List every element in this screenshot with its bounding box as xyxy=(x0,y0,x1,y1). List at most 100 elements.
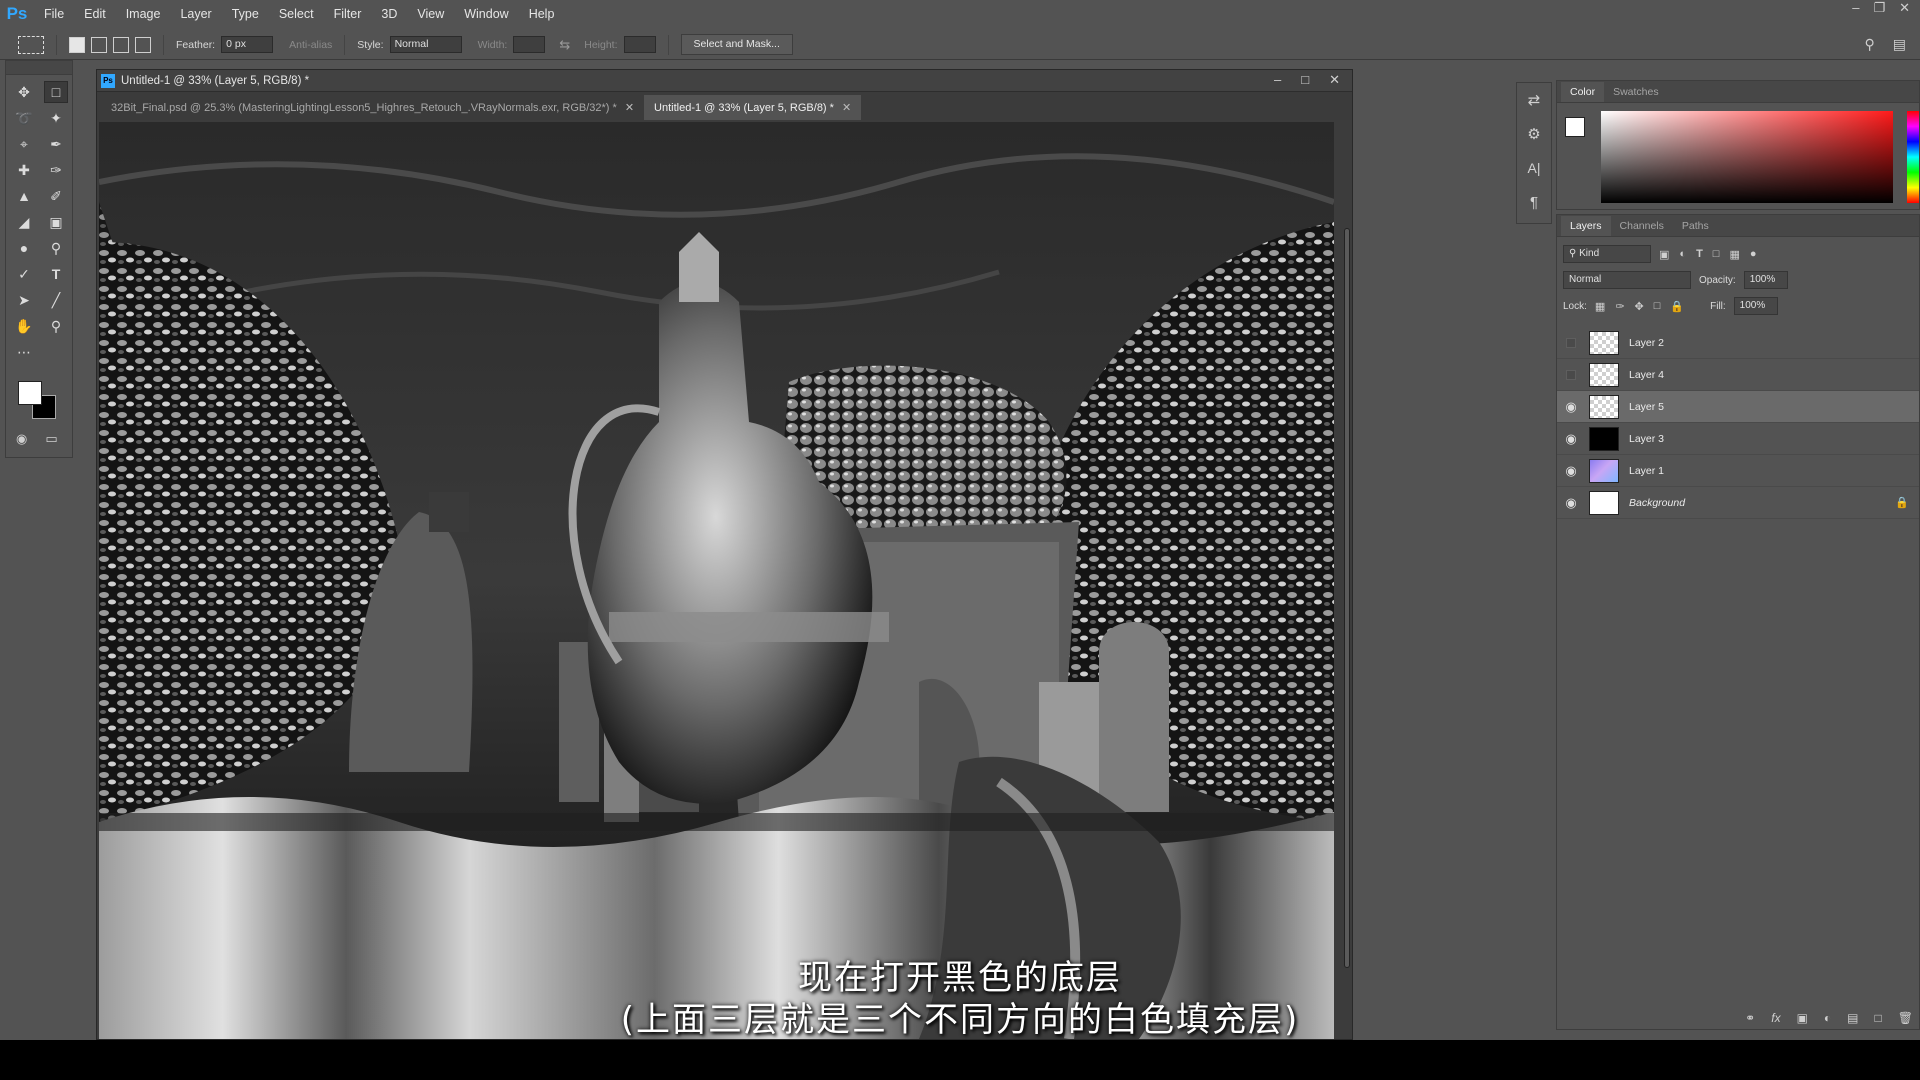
layer-row[interactable]: ◉ Layer 3 xyxy=(1557,423,1919,455)
doc-maximize-icon[interactable]: □ xyxy=(1301,72,1309,88)
character-panel-icon[interactable]: A| xyxy=(1517,151,1551,185)
menu-type[interactable]: Type xyxy=(222,0,269,28)
eraser-icon[interactable]: ◢ xyxy=(12,211,36,233)
image-canvas[interactable] xyxy=(99,122,1334,1039)
zoom-tool-icon[interactable]: ⚲ xyxy=(44,315,68,337)
screen-mode-icon[interactable]: ▭ xyxy=(45,431,57,447)
tab-channels[interactable]: Channels xyxy=(1611,216,1673,236)
canvas-vertical-scrollbar[interactable] xyxy=(1338,128,1350,1038)
antialias-checkbox[interactable]: Anti-alias xyxy=(289,39,332,51)
filter-smart-object-icon[interactable]: ▦ xyxy=(1729,248,1739,261)
menu-window[interactable]: Window xyxy=(454,0,518,28)
eyedropper-icon[interactable]: ✒ xyxy=(44,133,68,155)
document-titlebar[interactable]: Ps Untitled-1 @ 33% (Layer 5, RGB/8) * –… xyxy=(97,70,1352,92)
layer-row-selected[interactable]: ◉ Layer 5 xyxy=(1557,391,1919,423)
lock-all-icon[interactable]: 🔒 xyxy=(1670,300,1684,313)
filter-type-icon[interactable]: T xyxy=(1696,248,1703,261)
new-selection-icon[interactable] xyxy=(69,36,85,53)
blend-mode-select[interactable]: Normal xyxy=(1563,271,1691,289)
tab-paths[interactable]: Paths xyxy=(1673,216,1718,236)
eye-icon[interactable]: ◉ xyxy=(1557,463,1585,479)
layer-row[interactable]: ◉ Background 🔒 xyxy=(1557,487,1919,519)
menu-layer[interactable]: Layer xyxy=(170,0,221,28)
tab-swatches[interactable]: Swatches xyxy=(1604,82,1668,102)
workspace-icon[interactable]: ▤ xyxy=(1893,36,1906,53)
layer-filter-select[interactable]: ⚲ Kind xyxy=(1563,245,1651,263)
menu-edit[interactable]: Edit xyxy=(74,0,116,28)
tab-32bit-final[interactable]: 32Bit_Final.psd @ 25.3% (MasteringLighti… xyxy=(101,95,644,120)
opacity-input[interactable]: 100% xyxy=(1743,271,1788,289)
menu-file[interactable]: File xyxy=(34,0,74,28)
tab-close-icon[interactable]: ✕ xyxy=(842,101,851,114)
tab-layers[interactable]: Layers xyxy=(1561,216,1611,236)
filter-adjustment-icon[interactable]: ◐ xyxy=(1679,248,1686,261)
type-tool-icon[interactable]: T xyxy=(44,263,68,285)
layer-row[interactable]: Layer 4 xyxy=(1557,359,1919,391)
eye-icon[interactable]: ◉ xyxy=(1557,495,1585,511)
blur-tool-icon[interactable]: ● xyxy=(12,237,36,259)
add-selection-icon[interactable] xyxy=(91,36,107,53)
visibility-toggle[interactable] xyxy=(1557,369,1585,380)
lock-position-icon[interactable]: ✥ xyxy=(1635,300,1644,313)
healing-brush-icon[interactable]: ✚ xyxy=(12,159,36,181)
quick-mask-icon[interactable]: ◉ xyxy=(16,431,27,447)
paragraph-panel-icon[interactable]: ¶ xyxy=(1517,185,1551,219)
intersect-selection-icon[interactable] xyxy=(135,36,151,53)
filter-shape-icon[interactable]: □ xyxy=(1713,248,1720,261)
tab-close-icon[interactable]: ✕ xyxy=(625,101,634,114)
clone-stamp-icon[interactable]: ▲ xyxy=(12,185,36,207)
minimize-icon[interactable]: – xyxy=(1852,0,1859,20)
tab-color[interactable]: Color xyxy=(1561,82,1605,102)
lasso-tool-icon[interactable]: ➰ xyxy=(12,107,36,129)
width-input[interactable] xyxy=(513,36,546,53)
lock-pixels-icon[interactable]: ✑ xyxy=(1615,300,1624,313)
menu-help[interactable]: Help xyxy=(519,0,565,28)
lock-transparent-icon[interactable]: ▦ xyxy=(1595,300,1605,313)
style-select[interactable]: Normal xyxy=(389,36,462,53)
eye-icon[interactable]: ◉ xyxy=(1557,431,1585,447)
feather-input[interactable]: 0 px xyxy=(221,36,274,53)
line-tool-icon[interactable]: ╱ xyxy=(44,289,68,311)
select-and-mask-button[interactable]: Select and Mask... xyxy=(680,34,793,55)
menu-view[interactable]: View xyxy=(407,0,454,28)
filter-pixel-icon[interactable]: ▣ xyxy=(1659,248,1669,261)
lock-artboard-icon[interactable]: □ xyxy=(1654,300,1661,313)
menu-filter[interactable]: Filter xyxy=(324,0,372,28)
foreground-color-swatch[interactable] xyxy=(18,381,42,405)
layer-row[interactable]: ◉ Layer 1 xyxy=(1557,455,1919,487)
filter-toggle-icon[interactable]: ● xyxy=(1750,248,1757,261)
tab-untitled-1[interactable]: Untitled-1 @ 33% (Layer 5, RGB/8) * ✕ xyxy=(644,95,862,120)
dodge-tool-icon[interactable]: ⚲ xyxy=(44,237,68,259)
subtract-selection-icon[interactable] xyxy=(113,36,129,53)
visibility-toggle[interactable] xyxy=(1557,337,1585,348)
fg-bg-colors[interactable] xyxy=(18,381,62,425)
eye-icon[interactable]: ◉ xyxy=(1557,399,1585,415)
restore-icon[interactable]: ❐ xyxy=(1873,0,1885,20)
hue-slider[interactable] xyxy=(1907,111,1919,203)
menu-3d[interactable]: 3D xyxy=(371,0,407,28)
more-tools-icon[interactable]: ⋯ xyxy=(12,341,36,363)
doc-close-icon[interactable]: ✕ xyxy=(1329,72,1340,88)
fill-input[interactable]: 100% xyxy=(1733,297,1778,315)
height-input[interactable] xyxy=(623,36,656,53)
move-tool-icon[interactable]: ✥ xyxy=(12,81,36,103)
color-foreground-swatch[interactable] xyxy=(1565,117,1585,137)
menu-select[interactable]: Select xyxy=(269,0,324,28)
properties-panel-icon[interactable]: ⚙ xyxy=(1517,117,1551,151)
rectangular-marquee-icon[interactable]: □ xyxy=(44,81,68,103)
swap-dimensions-icon[interactable]: ⇆ xyxy=(559,37,570,53)
close-icon[interactable]: ✕ xyxy=(1899,0,1910,20)
color-spectrum[interactable] xyxy=(1601,111,1893,203)
gradient-tool-icon[interactable]: ▣ xyxy=(44,211,68,233)
history-panel-icon[interactable]: ⇄ xyxy=(1517,83,1551,117)
hand-tool-icon[interactable]: ✋ xyxy=(12,315,36,337)
search-icon[interactable]: ⚲ xyxy=(1865,36,1875,53)
tools-panel-header[interactable] xyxy=(6,61,72,75)
crop-tool-icon[interactable]: ⌖ xyxy=(12,133,36,155)
doc-minimize-icon[interactable]: – xyxy=(1274,72,1281,88)
magic-wand-icon[interactable]: ✦ xyxy=(44,107,68,129)
marquee-preset-icon[interactable] xyxy=(18,35,44,54)
path-selection-icon[interactable]: ➤ xyxy=(12,289,36,311)
layer-row[interactable]: Layer 2 xyxy=(1557,327,1919,359)
pen-tool-icon[interactable]: ✓ xyxy=(12,263,36,285)
